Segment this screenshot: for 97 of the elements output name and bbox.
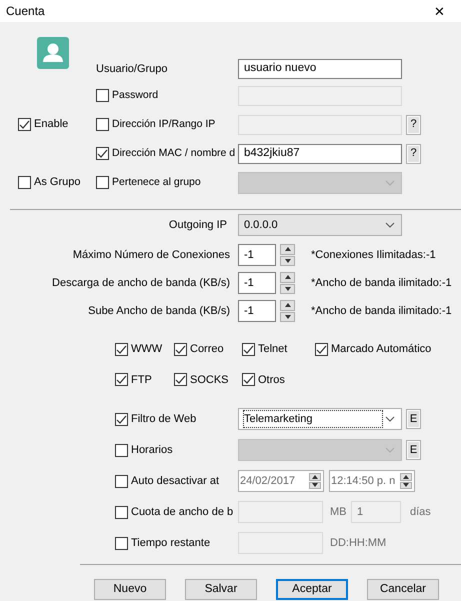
number-field[interactable]: 1 (351, 501, 401, 523)
check-icon (116, 414, 127, 424)
chevron-down-icon (385, 416, 395, 422)
dialog-button[interactable]: Cancelar (367, 579, 439, 600)
number-field[interactable]: -1 (238, 272, 276, 294)
check-icon (175, 344, 186, 354)
field-label: Outgoing IP (168, 218, 228, 233)
checkbox[interactable] (115, 444, 128, 456)
checkbox-label: SOCKS (190, 372, 229, 388)
unit-label: MB (330, 504, 344, 520)
checkbox-label: Dirección MAC / nombre d (112, 146, 236, 161)
checkbox-label: Password (112, 88, 158, 103)
checkbox-label: As Grupo (34, 175, 80, 190)
field-label: Descarga de ancho de banda (KB/s) (51, 276, 230, 291)
unit-label: días (410, 504, 431, 520)
edit-button[interactable]: E (406, 409, 421, 429)
spin-buttons[interactable] (309, 473, 321, 489)
date-field[interactable]: 24/02/2017 (238, 470, 324, 492)
field-label: Usuario/Grupo (96, 62, 168, 76)
check-icon (19, 120, 30, 129)
checkbox[interactable] (115, 506, 128, 518)
input-field[interactable]: b432jkiu87 (238, 144, 402, 164)
hint-text: *Ancho de banda ilimitado:-1 (311, 304, 452, 319)
down-arrow-icon (284, 258, 290, 263)
down-arrow-icon (284, 314, 290, 319)
check-icon (316, 344, 327, 354)
check-icon (116, 344, 127, 354)
checkbox-label: Otros (258, 372, 285, 388)
hint-text: *Conexiones Ilimitadas:-1 (311, 248, 436, 263)
checkbox[interactable] (315, 342, 328, 356)
up-arrow-icon (403, 474, 409, 479)
checkbox[interactable] (96, 176, 109, 189)
checkbox[interactable] (242, 373, 255, 386)
field-label: Máximo Número de Conexiones (72, 248, 230, 263)
checkbox[interactable] (115, 536, 128, 550)
chevron-down-icon (385, 180, 395, 186)
number-field[interactable]: -1 (238, 244, 276, 266)
input-field[interactable]: usuario nuevo (238, 59, 402, 79)
checkbox[interactable] (96, 89, 109, 102)
time-field[interactable]: 12:14:50 p. n (329, 470, 415, 492)
checkbox-label: Tiempo restante (131, 536, 210, 551)
down-arrow-icon (403, 483, 409, 488)
checkbox-label: FTP (131, 372, 152, 388)
checkbox[interactable] (115, 342, 128, 356)
check-icon (116, 375, 127, 384)
spin-buttons[interactable] (280, 272, 295, 294)
checkbox[interactable] (18, 118, 31, 131)
checkbox-label: Dirección IP/Rango IP (112, 116, 216, 132)
window-title: Cuenta (6, 3, 45, 20)
spin-buttons[interactable] (280, 300, 295, 322)
user-avatar-icon (37, 37, 69, 69)
chevron-down-icon (385, 222, 395, 228)
help-button[interactable]: ? (406, 114, 421, 134)
checkbox-label: Correo (190, 342, 224, 357)
checkbox-label: Telnet (258, 342, 288, 357)
up-arrow-icon (284, 247, 290, 252)
field-label: Sube Ancho de banda (KB/s) (87, 304, 230, 319)
help-button[interactable]: ? (406, 144, 421, 164)
checkbox[interactable] (242, 342, 255, 356)
checkbox-label: Horarios (131, 442, 173, 458)
checkbox[interactable] (174, 373, 187, 386)
checkbox-label: Cuota de ancho de b (131, 504, 234, 520)
check-icon (175, 375, 186, 384)
checkbox-label: Auto desactivar at (131, 474, 220, 489)
checkbox[interactable] (115, 474, 128, 488)
dialog-button[interactable]: Salvar (185, 579, 257, 600)
checkbox-label: Filtro de Web (131, 412, 196, 427)
chevron-down-icon (385, 447, 395, 453)
close-button[interactable]: ✕ (434, 4, 445, 18)
dialog-button[interactable]: Aceptar (276, 579, 348, 600)
checkbox[interactable] (18, 176, 31, 189)
checkbox[interactable] (96, 147, 109, 160)
down-arrow-icon (312, 483, 318, 488)
number-field[interactable]: -1 (238, 300, 276, 322)
checkbox[interactable] (115, 373, 128, 386)
check-icon (243, 375, 254, 384)
up-arrow-icon (284, 303, 290, 308)
down-arrow-icon (284, 286, 290, 291)
checkbox-label: Enable (34, 117, 68, 132)
up-arrow-icon (312, 474, 318, 479)
up-arrow-icon (284, 275, 290, 280)
spin-buttons[interactable] (400, 473, 412, 489)
checkbox[interactable] (174, 342, 187, 356)
spin-buttons[interactable] (280, 244, 295, 266)
hint-text: *Ancho de banda ilimitado:-1 (311, 276, 452, 291)
dropdown[interactable]: Telemarketing (238, 408, 402, 430)
dialog-button[interactable]: Nuevo (94, 579, 166, 600)
checkbox-label: Pertenece al grupo (112, 174, 201, 190)
check-icon (243, 344, 254, 354)
checkbox[interactable] (115, 412, 128, 426)
edit-button[interactable]: E (406, 440, 421, 460)
dropdown[interactable]: 0.0.0.0 (238, 214, 402, 236)
check-icon (97, 149, 108, 158)
checkbox[interactable] (96, 118, 109, 131)
unit-label: DD:HH:MM (330, 536, 386, 551)
checkbox-label: Marcado Automático (331, 342, 432, 357)
checkbox-label: WWW (131, 342, 162, 357)
